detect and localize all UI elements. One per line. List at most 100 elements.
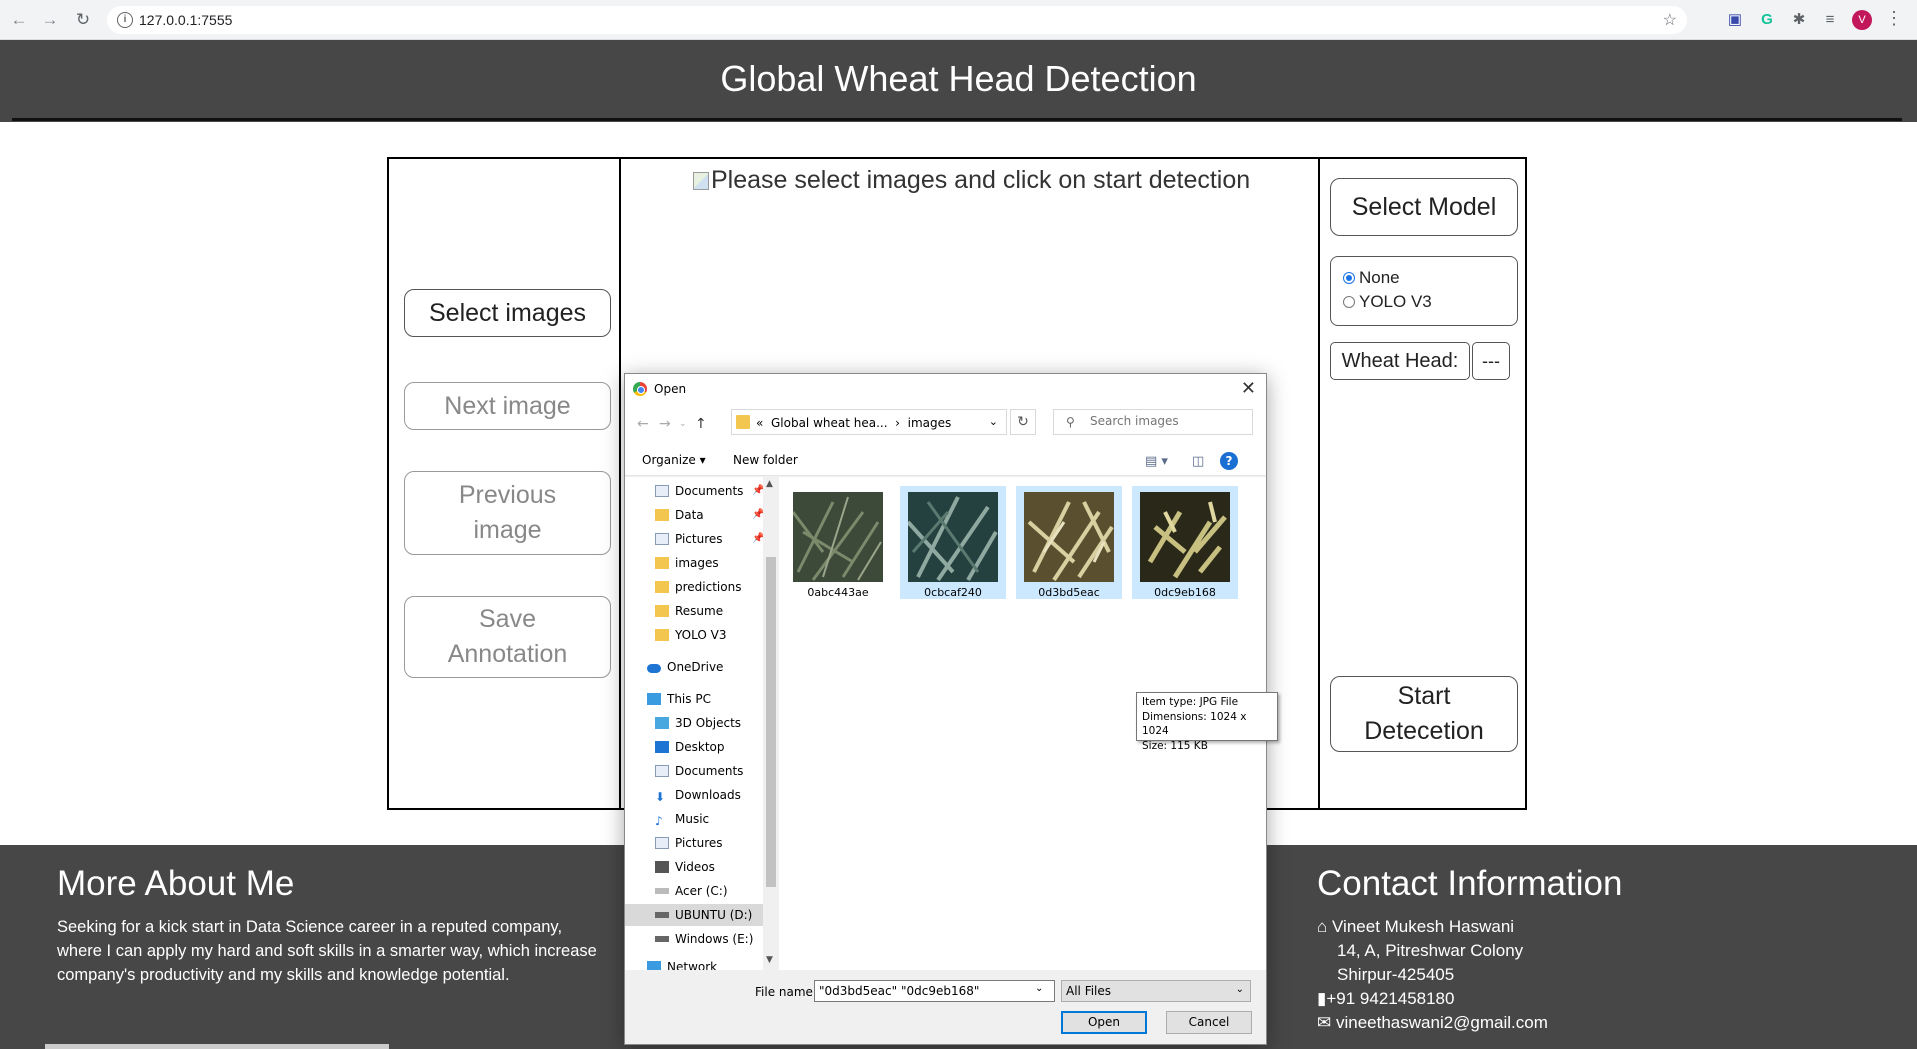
- extension-screen-icon[interactable]: ▣: [1725, 10, 1745, 30]
- nav-item-videos[interactable]: Videos: [655, 860, 715, 874]
- file-list: 0abc443ae 0cbcaf240 0d3bd5eac 0dc9eb168 …: [779, 477, 1278, 970]
- chevron-down-icon[interactable]: ⌄: [1035, 983, 1043, 994]
- file-item[interactable]: 0cbcaf240: [900, 486, 1006, 599]
- nav-item-downloads[interactable]: ⬇ Downloads: [655, 788, 741, 804]
- organize-menu[interactable]: Organize ▾: [642, 453, 706, 467]
- model-option-none[interactable]: None: [1343, 268, 1400, 288]
- wheat-head-label: Wheat Head:: [1330, 342, 1470, 380]
- back-icon[interactable]: ←: [637, 416, 649, 432]
- nav-item-predictions[interactable]: predictions: [655, 580, 741, 594]
- nav-item-network[interactable]: Network: [647, 960, 717, 970]
- image-thumbnail: [1024, 492, 1114, 582]
- model-radio-group: None YOLO V3: [1330, 256, 1518, 326]
- chevron-down-icon: ⌄: [1235, 984, 1244, 995]
- file-name-field[interactable]: "0d3bd5eac" "0dc9eb168": [814, 980, 1055, 1002]
- refresh-icon[interactable]: ↻: [1010, 409, 1036, 435]
- scrollbar-thumb[interactable]: [766, 557, 776, 887]
- search-field[interactable]: [1090, 414, 1240, 428]
- open-button[interactable]: Open: [1061, 1011, 1147, 1034]
- image-alt-text: Please select images and click on start …: [711, 166, 1251, 194]
- next-image-button[interactable]: Next image: [404, 382, 611, 430]
- preview-pane-icon[interactable]: ◫: [1192, 454, 1204, 469]
- nav-item-data[interactable]: Data: [655, 508, 704, 522]
- nav-item-this-pc[interactable]: This PC: [647, 692, 711, 706]
- url-text: 127.0.0.1:7555: [139, 12, 233, 28]
- scroll-up-icon[interactable]: ▲: [766, 479, 773, 489]
- chevron-down-icon[interactable]: ⌄: [989, 415, 998, 428]
- back-icon[interactable]: ←: [8, 9, 30, 31]
- detection-image: Please select images and click on start …: [693, 166, 1250, 195]
- dialog-titlebar: Open ✕: [625, 374, 1266, 404]
- nav-item-onedrive[interactable]: OneDrive: [647, 660, 723, 674]
- navigation-pane: Documents 📌 Data 📌 Pictures 📌 images predic…: [625, 477, 764, 970]
- forward-icon[interactable]: →: [39, 9, 61, 31]
- dialog-toolbar: Organize ▾ New folder: [625, 444, 1266, 476]
- image-thumbnail: [1140, 492, 1230, 582]
- profile-avatar[interactable]: V: [1852, 10, 1872, 30]
- select-model-button[interactable]: Select Model: [1330, 178, 1518, 236]
- contact-info: ⌂ Vineet Mukesh Haswani 14, A, Pitreshwa…: [1317, 915, 1548, 1035]
- nav-item-acer-c[interactable]: Acer (C:): [655, 884, 728, 898]
- nav-item-documents-pc[interactable]: Documents: [655, 764, 743, 778]
- folder-icon: [736, 415, 750, 429]
- nav-item-ubuntu-d[interactable]: UBUNTU (D:): [655, 908, 752, 922]
- search-icon: ⚲: [1066, 415, 1075, 429]
- header-divider: [12, 118, 1902, 121]
- start-detection-button[interactable]: Start Detecetion: [1330, 676, 1518, 752]
- nav-item-desktop[interactable]: Desktop: [655, 740, 725, 754]
- nav-scrollbar[interactable]: ▲ ▼: [763, 477, 779, 970]
- forward-icon[interactable]: →: [659, 416, 671, 432]
- grammarly-icon[interactable]: G: [1757, 10, 1777, 30]
- save-annotation-button[interactable]: Save Annotation: [404, 596, 611, 678]
- email-icon: ✉: [1317, 1013, 1332, 1032]
- file-item-selected[interactable]: 0d3bd5eac: [1016, 486, 1122, 599]
- nav-item-yolo-v3[interactable]: YOLO V3: [655, 628, 726, 642]
- dialog-footer: File name: "0d3bd5eac" "0dc9eb168" ⌄ All…: [625, 970, 1266, 1044]
- reading-list-icon[interactable]: ≡: [1820, 10, 1840, 30]
- nav-item-pictures-pc[interactable]: Pictures: [655, 836, 723, 850]
- dialog-title: Open: [654, 382, 687, 396]
- recent-locations-icon[interactable]: ⌄: [679, 419, 687, 429]
- extensions-puzzle-icon[interactable]: ✱: [1789, 10, 1809, 30]
- close-icon[interactable]: ✕: [1241, 378, 1256, 399]
- wheat-head-count: ---: [1472, 342, 1510, 380]
- radio-selected[interactable]: [1343, 272, 1355, 284]
- help-icon[interactable]: ?: [1220, 452, 1238, 470]
- image-thumbnail: [908, 492, 998, 582]
- browser-menu-icon[interactable]: ⋮: [1885, 8, 1903, 29]
- search-input[interactable]: ⚲: [1053, 409, 1253, 435]
- file-item-selected[interactable]: 0dc9eb168: [1132, 486, 1238, 599]
- contact-email[interactable]: vineethaswani2@gmail.com: [1336, 1013, 1548, 1032]
- address-bar[interactable]: i 127.0.0.1:7555 ☆: [107, 6, 1687, 34]
- change-view-icon[interactable]: ▤ ▾: [1145, 454, 1168, 469]
- cancel-button[interactable]: Cancel: [1166, 1011, 1252, 1034]
- select-images-button[interactable]: Select images: [404, 289, 611, 337]
- open-file-dialog: Open ✕ ← → ⌄ ↑ « Global wheat hea... › i…: [624, 373, 1278, 1045]
- about-title: More About Me: [57, 864, 295, 903]
- nav-item-resume[interactable]: Resume: [655, 604, 723, 618]
- up-arrow-icon[interactable]: ↑: [695, 416, 707, 432]
- new-folder-button[interactable]: New folder: [733, 453, 798, 467]
- breadcrumb[interactable]: « Global wheat hea... › images ⌄: [731, 409, 1007, 435]
- nav-item-music[interactable]: ♪ Music: [655, 812, 709, 828]
- site-info-icon[interactable]: i: [117, 12, 133, 28]
- scroll-down-icon[interactable]: ▼: [766, 955, 773, 965]
- contact-address-line1: 14, A, Pitreshwar Colony: [1337, 941, 1524, 960]
- file-item[interactable]: 0abc443ae: [785, 486, 891, 599]
- previous-image-button[interactable]: Previous image: [404, 471, 611, 555]
- home-icon: ⌂: [1317, 917, 1328, 936]
- nav-item-windows-e[interactable]: Windows (E:): [655, 932, 753, 946]
- contact-title: Contact Information: [1317, 864, 1623, 903]
- bookmark-star-icon[interactable]: ☆: [1663, 10, 1677, 30]
- file-type-select[interactable]: All Files ⌄: [1061, 980, 1251, 1002]
- nav-item-3d-objects[interactable]: 3D Objects: [655, 716, 741, 730]
- model-option-yolo[interactable]: YOLO V3: [1343, 292, 1432, 312]
- nav-item-images[interactable]: images: [655, 556, 719, 570]
- browser-toolbar: ← → ↻ i 127.0.0.1:7555 ☆ ▣ G ✱ ≡ V ⋮: [0, 0, 1917, 40]
- phone-icon: ▮: [1317, 989, 1327, 1008]
- nav-item-pictures[interactable]: Pictures: [655, 532, 723, 546]
- contact-phone: +91 9421458180: [1326, 989, 1455, 1008]
- reload-icon[interactable]: ↻: [72, 9, 94, 31]
- radio-unselected[interactable]: [1343, 296, 1355, 308]
- nav-item-documents[interactable]: Documents: [655, 484, 743, 498]
